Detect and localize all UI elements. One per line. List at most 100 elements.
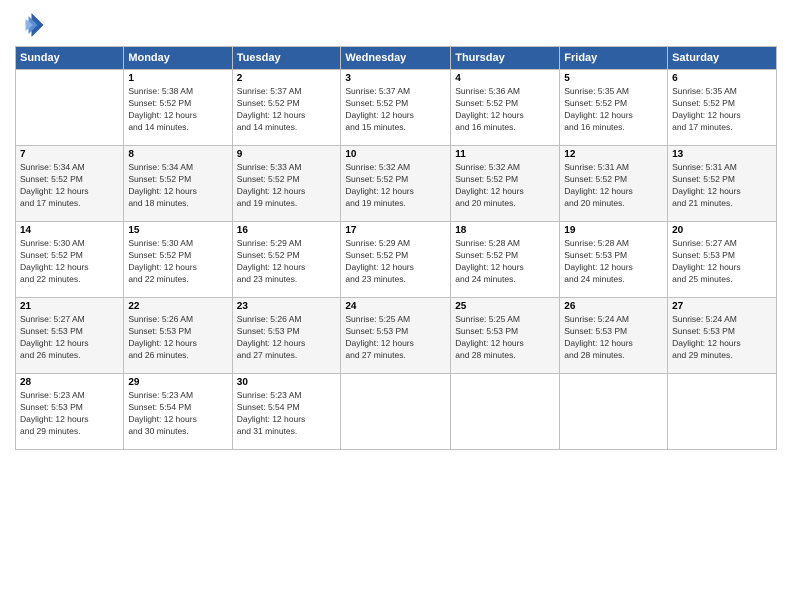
calendar-cell: 22 Sunrise: 5:26 AM Sunset: 5:53 PM Dayli… (124, 298, 232, 374)
day-info: Sunrise: 5:29 AM Sunset: 5:52 PM Dayligh… (237, 238, 337, 286)
day-number: 12 (564, 149, 663, 160)
day-info: Sunrise: 5:37 AM Sunset: 5:52 PM Dayligh… (237, 86, 337, 134)
calendar-cell: 23 Sunrise: 5:26 AM Sunset: 5:53 PM Dayli… (232, 298, 341, 374)
day-info: Sunrise: 5:23 AM Sunset: 5:54 PM Dayligh… (237, 390, 337, 438)
calendar-cell: 10 Sunrise: 5:32 AM Sunset: 5:52 PM Dayli… (341, 146, 451, 222)
calendar-cell: 21 Sunrise: 5:27 AM Sunset: 5:53 PM Dayli… (16, 298, 124, 374)
calendar-cell (16, 70, 124, 146)
day-info: Sunrise: 5:30 AM Sunset: 5:52 PM Dayligh… (128, 238, 227, 286)
day-info: Sunrise: 5:25 AM Sunset: 5:53 PM Dayligh… (345, 314, 446, 362)
calendar-cell: 4 Sunrise: 5:36 AM Sunset: 5:52 PM Daylig… (451, 70, 560, 146)
calendar-cell (560, 374, 668, 450)
calendar-cell: 18 Sunrise: 5:28 AM Sunset: 5:52 PM Dayli… (451, 222, 560, 298)
day-info: Sunrise: 5:26 AM Sunset: 5:53 PM Dayligh… (128, 314, 227, 362)
calendar-cell: 12 Sunrise: 5:31 AM Sunset: 5:52 PM Dayli… (560, 146, 668, 222)
calendar-week-row: 1 Sunrise: 5:38 AM Sunset: 5:52 PM Daylig… (16, 70, 777, 146)
day-number: 17 (345, 225, 446, 236)
day-number: 25 (455, 301, 555, 312)
day-number: 28 (20, 377, 119, 388)
weekday-header: Wednesday (341, 47, 451, 70)
day-number: 22 (128, 301, 227, 312)
page: SundayMondayTuesdayWednesdayThursdayFrid… (0, 0, 792, 612)
day-number: 14 (20, 225, 119, 236)
calendar-cell (451, 374, 560, 450)
day-number: 2 (237, 73, 337, 84)
day-number: 23 (237, 301, 337, 312)
day-info: Sunrise: 5:36 AM Sunset: 5:52 PM Dayligh… (455, 86, 555, 134)
calendar-cell: 2 Sunrise: 5:37 AM Sunset: 5:52 PM Daylig… (232, 70, 341, 146)
calendar-cell: 14 Sunrise: 5:30 AM Sunset: 5:52 PM Dayli… (16, 222, 124, 298)
calendar-cell: 16 Sunrise: 5:29 AM Sunset: 5:52 PM Dayli… (232, 222, 341, 298)
day-number: 8 (128, 149, 227, 160)
day-number: 7 (20, 149, 119, 160)
calendar-cell: 9 Sunrise: 5:33 AM Sunset: 5:52 PM Daylig… (232, 146, 341, 222)
day-info: Sunrise: 5:28 AM Sunset: 5:52 PM Dayligh… (455, 238, 555, 286)
day-number: 24 (345, 301, 446, 312)
calendar-week-row: 21 Sunrise: 5:27 AM Sunset: 5:53 PM Dayli… (16, 298, 777, 374)
calendar-cell: 19Sunrise: 5:28 AM Sunset: 5:53 PM Dayli… (560, 222, 668, 298)
weekday-header: Monday (124, 47, 232, 70)
day-number: 10 (345, 149, 446, 160)
day-info: Sunrise: 5:32 AM Sunset: 5:52 PM Dayligh… (455, 162, 555, 210)
calendar-cell (668, 374, 777, 450)
day-number: 21 (20, 301, 119, 312)
day-info: Sunrise: 5:28 AM Sunset: 5:53 PM Dayligh… (564, 238, 663, 286)
day-info: Sunrise: 5:24 AM Sunset: 5:53 PM Dayligh… (672, 314, 772, 362)
calendar-cell: 29Sunrise: 5:23 AM Sunset: 5:54 PM Dayli… (124, 374, 232, 450)
day-info: Sunrise: 5:30 AM Sunset: 5:52 PM Dayligh… (20, 238, 119, 286)
day-info: Sunrise: 5:35 AM Sunset: 5:52 PM Dayligh… (564, 86, 663, 134)
day-info: Sunrise: 5:24 AM Sunset: 5:53 PM Dayligh… (564, 314, 663, 362)
day-info: Sunrise: 5:27 AM Sunset: 5:53 PM Dayligh… (672, 238, 772, 286)
day-number: 3 (345, 73, 446, 84)
weekday-header: Tuesday (232, 47, 341, 70)
day-info: Sunrise: 5:38 AM Sunset: 5:52 PM Dayligh… (128, 86, 227, 134)
day-number: 26 (564, 301, 663, 312)
calendar-cell: 6 Sunrise: 5:35 AM Sunset: 5:52 PM Daylig… (668, 70, 777, 146)
day-number: 5 (564, 73, 663, 84)
day-info: Sunrise: 5:26 AM Sunset: 5:53 PM Dayligh… (237, 314, 337, 362)
day-number: 11 (455, 149, 555, 160)
calendar-cell: 1 Sunrise: 5:38 AM Sunset: 5:52 PM Daylig… (124, 70, 232, 146)
day-number: 29 (128, 377, 227, 388)
weekday-header: Friday (560, 47, 668, 70)
calendar-cell: 15 Sunrise: 5:30 AM Sunset: 5:52 PM Dayli… (124, 222, 232, 298)
day-info: Sunrise: 5:34 AM Sunset: 5:52 PM Dayligh… (128, 162, 227, 210)
day-number: 18 (455, 225, 555, 236)
day-number: 13 (672, 149, 772, 160)
calendar-cell: 3Sunrise: 5:37 AM Sunset: 5:52 PM Daylig… (341, 70, 451, 146)
weekday-header: Saturday (668, 47, 777, 70)
calendar-cell (341, 374, 451, 450)
day-number: 4 (455, 73, 555, 84)
day-info: Sunrise: 5:32 AM Sunset: 5:52 PM Dayligh… (345, 162, 446, 210)
calendar-table: SundayMondayTuesdayWednesdayThursdayFrid… (15, 46, 777, 450)
calendar-cell: 27 Sunrise: 5:24 AM Sunset: 5:53 PM Dayli… (668, 298, 777, 374)
weekday-header: Thursday (451, 47, 560, 70)
day-number: 6 (672, 73, 772, 84)
day-number: 27 (672, 301, 772, 312)
day-number: 1 (128, 73, 227, 84)
calendar-cell: 28 Sunrise: 5:23 AM Sunset: 5:53 PM Dayli… (16, 374, 124, 450)
day-number: 30 (237, 377, 337, 388)
calendar-cell: 26 Sunrise: 5:24 AM Sunset: 5:53 PM Dayli… (560, 298, 668, 374)
calendar-cell: 24 Sunrise: 5:25 AM Sunset: 5:53 PM Dayli… (341, 298, 451, 374)
day-info: Sunrise: 5:31 AM Sunset: 5:52 PM Dayligh… (564, 162, 663, 210)
calendar-week-row: 7 Sunrise: 5:34 AM Sunset: 5:52 PM Daylig… (16, 146, 777, 222)
calendar-cell: 13 Sunrise: 5:31 AM Sunset: 5:52 PM Dayli… (668, 146, 777, 222)
day-number: 9 (237, 149, 337, 160)
day-number: 20 (672, 225, 772, 236)
day-info: Sunrise: 5:34 AM Sunset: 5:52 PM Dayligh… (20, 162, 119, 210)
day-number: 15 (128, 225, 227, 236)
calendar-week-row: 14 Sunrise: 5:30 AM Sunset: 5:52 PM Dayli… (16, 222, 777, 298)
day-info: Sunrise: 5:27 AM Sunset: 5:53 PM Dayligh… (20, 314, 119, 362)
day-info: Sunrise: 5:33 AM Sunset: 5:52 PM Dayligh… (237, 162, 337, 210)
logo (15, 10, 49, 40)
day-info: Sunrise: 5:35 AM Sunset: 5:52 PM Dayligh… (672, 86, 772, 134)
calendar-cell: 11 Sunrise: 5:32 AM Sunset: 5:52 PM Dayli… (451, 146, 560, 222)
calendar-cell: 17 Sunrise: 5:29 AM Sunset: 5:52 PM Dayli… (341, 222, 451, 298)
header (15, 10, 777, 40)
calendar-cell: 5 Sunrise: 5:35 AM Sunset: 5:52 PM Daylig… (560, 70, 668, 146)
day-number: 16 (237, 225, 337, 236)
day-info: Sunrise: 5:23 AM Sunset: 5:53 PM Dayligh… (20, 390, 119, 438)
day-info: Sunrise: 5:29 AM Sunset: 5:52 PM Dayligh… (345, 238, 446, 286)
day-info: Sunrise: 5:31 AM Sunset: 5:52 PM Dayligh… (672, 162, 772, 210)
